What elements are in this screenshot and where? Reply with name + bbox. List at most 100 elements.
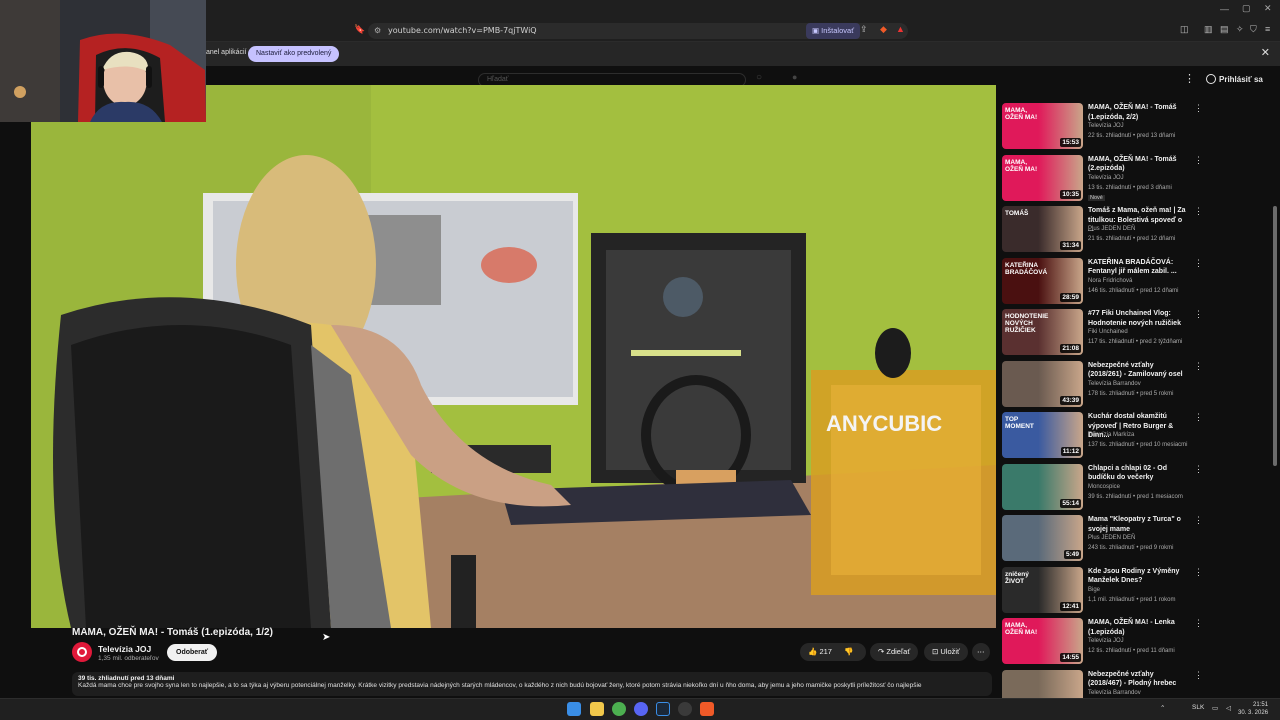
menu-icon[interactable]: ≡ [1265,24,1270,34]
site-info-icon[interactable]: ⚙ [374,23,381,39]
share-button[interactable]: ↷ Zdieľať [870,643,919,661]
recommendation-title[interactable]: MAMA, OŽEŇ MA! - Lenka (1.epizóda) [1088,618,1188,637]
recommendation-item[interactable]: HODNOTENIE NOVÝCH RUŽIČIEK 21:08 #77 Fiki … [1002,309,1207,357]
close-icon[interactable]: ✕ [1264,3,1272,14]
recommendation-menu-icon[interactable]: ⋮ [1194,515,1203,526]
recommendation-thumbnail[interactable]: 55:14 [1002,463,1083,510]
recommendation-item[interactable]: zničený ŽIVOT 12:41 Kde Jsou Rodiny z Výmě… [1002,566,1207,615]
minimize-icon[interactable]: — [1220,4,1229,14]
recommendation-menu-icon[interactable]: ⋮ [1194,464,1203,475]
recommendation-channel[interactable]: Plus JEDEN DEŇ [1088,535,1135,541]
ai-icon[interactable]: ✧ [1236,24,1244,35]
install-app-button[interactable]: ▣ Inštalovať [806,23,861,39]
recommendation-item[interactable]: KATEŘINA BRADÁČOVÁ 28:59 KATEŘINA BRADÁČOV… [1002,257,1207,306]
wallet-icon[interactable]: ▤ [1220,24,1229,35]
more-actions-button[interactable]: ⋯ [972,643,990,661]
recommendation-channel[interactable]: Moncospice [1088,484,1120,490]
infobar-close-icon[interactable]: ✕ [1261,46,1270,59]
share-icon[interactable]: ⇪ [860,24,868,35]
recommendation-title[interactable]: Mama "Kleopatry z Turca" o svojej mame [1088,515,1188,534]
clock[interactable]: 21:51 30. 3. 2026 [1238,701,1268,717]
set-default-button[interactable]: Nastaviť ako predvolený [248,46,340,62]
recommendation-menu-icon[interactable]: ⋮ [1194,103,1203,114]
recommendation-thumbnail[interactable]: MAMA, OŽEŇ MA! 14:55 [1002,618,1083,664]
brave-icon[interactable] [700,702,714,716]
shield-icon[interactable]: ◆ [880,24,887,35]
recommendation-item[interactable]: 5:49 Mama "Kleopatry z Turca" o svojej ma… [1002,515,1207,563]
language-indicator[interactable]: SLK [1192,704,1204,711]
recommendation-thumbnail[interactable]: TOMÁŠ 31:34 [1002,206,1083,252]
recommendation-menu-icon[interactable]: ⋮ [1194,412,1203,423]
recommendation-channel[interactable]: Fiki Unchained [1088,329,1128,335]
subscribe-button[interactable]: Odoberať [167,644,218,661]
recommendation-item[interactable]: TOMÁŠ 31:34 Tomáš z Mama, ožeň ma! | Za ti… [1002,206,1207,254]
recommendation-thumbnail[interactable]: 43:39 [1002,360,1083,407]
channel-avatar[interactable] [72,642,92,662]
recommendation-menu-icon[interactable]: ⋮ [1194,258,1203,269]
split-view-icon[interactable]: ▥ [1204,24,1213,35]
recommendation-channel[interactable]: Televízia JOJ [1088,123,1124,129]
maximize-icon[interactable]: ▢ [1242,3,1251,14]
recommendation-title[interactable]: Nebezpečné vzťahy (2018/261) - Zamilovan… [1088,361,1188,380]
recommendation-menu-icon[interactable]: ⋮ [1194,361,1203,372]
recommendation-menu-icon[interactable]: ⋮ [1194,567,1203,578]
volume-icon[interactable]: ◁ [1226,704,1231,712]
recommendation-thumbnail[interactable]: HODNOTENIE NOVÝCH RUŽIČIEK 21:08 [1002,309,1083,355]
tray-chevron-icon[interactable]: ⌃ [1160,704,1165,712]
recommendation-thumbnail[interactable]: MAMA, OŽEŇ MA! 15:53 [1002,103,1083,149]
recommendation-thumbnail[interactable]: zničený ŽIVOT 12:41 [1002,566,1083,613]
vpn-icon[interactable]: ⛉ [1250,24,1257,35]
recommendation-item[interactable]: MAMA, OŽEŇ MA! 15:53 MAMA, OŽEŇ MA! - Tomá… [1002,103,1207,151]
recommendation-item[interactable]: TOP MOMENT 11:12 Kuchár dostal okamžitú vý… [1002,412,1207,460]
chrome-icon[interactable] [612,702,626,716]
recommendation-title[interactable]: KATEŘINA BRADÁČOVÁ: Fentanyl jiř málem z… [1088,258,1188,277]
recommendation-menu-icon[interactable]: ⋮ [1194,155,1203,166]
file-explorer-icon[interactable] [590,702,604,716]
save-button[interactable]: ⊡ Uložiť [924,643,968,661]
recommendation-title[interactable]: #77 Fiki Unchained Vlog: Hodnotenie nový… [1088,309,1188,328]
discord-icon[interactable] [634,702,648,716]
channel-name[interactable]: Televízia JOJ [98,644,151,654]
recommendation-item[interactable]: MAMA, OŽEŇ MA! 10:35 MAMA, OŽEŇ MA! - Tomá… [1002,154,1207,203]
recommendation-thumbnail[interactable]: MAMA, OŽEŇ MA! 10:35 [1002,154,1083,201]
recommendation-title[interactable]: MAMA, OŽEŇ MA! - Tomáš (1.epizóda, 2/2) [1088,103,1188,122]
obs-icon[interactable] [678,702,692,716]
recommendation-title[interactable]: MAMA, OŽEŇ MA! - Tomáš (2.epizóda) [1088,155,1188,174]
recommendation-channel[interactable]: Televízia Barrandov [1088,690,1141,696]
search-icon[interactable]: ○ [756,72,762,83]
steam-icon[interactable] [656,702,670,716]
dislike-icon[interactable]: 👎 [844,647,853,656]
recommendation-menu-icon[interactable]: ⋮ [1194,206,1203,217]
recommendation-item[interactable]: 43:39 Nebezpečné vzťahy (2018/261) - Zami… [1002,360,1207,409]
recommendation-channel[interactable]: Televízia JOJ [1088,638,1124,644]
recommendation-channel[interactable]: Nora Fridrichová [1088,278,1132,284]
video-player[interactable]: ANYCUBIC [31,85,996,628]
recommendation-thumbnail[interactable]: TOP MOMENT 11:12 [1002,412,1083,458]
recommendation-menu-icon[interactable]: ⋮ [1194,309,1203,320]
recommendation-title[interactable]: Nebezpečné vzťahy (2018/467) - Plodný hr… [1088,670,1188,689]
mic-icon[interactable]: ● [792,72,797,82]
recommendation-thumbnail[interactable]: KATEŘINA BRADÁČOVÁ 28:59 [1002,257,1083,304]
recommendation-menu-icon[interactable]: ⋮ [1194,670,1203,681]
recommendation-item[interactable]: 55:14 Chlapci a chlapi 02 - Od budíčku do… [1002,463,1207,512]
recommendation-channel[interactable]: Televízia Barrandov [1088,381,1141,387]
start-icon[interactable] [567,702,581,716]
settings-menu-icon[interactable]: ⋮ [1184,72,1195,85]
rewards-icon[interactable]: ▲ [896,24,905,34]
sidebar-toggle-icon[interactable]: ◫ [1180,24,1189,35]
recommendation-channel[interactable]: Televízia Markíza [1088,432,1134,438]
recommendation-channel[interactable]: Plus JEDEN DEŇ [1088,226,1135,232]
recommendation-title[interactable]: Kde Jsou Rodiny z Výměny Manželek Dnes? [1088,567,1188,586]
recommendation-item[interactable]: MAMA, OŽEŇ MA! 14:55 MAMA, OŽEŇ MA! - Lenk… [1002,618,1207,666]
network-icon[interactable]: ▭ [1212,704,1218,712]
recommendation-menu-icon[interactable]: ⋮ [1194,618,1203,629]
recommendation-thumbnail[interactable]: 5:49 [1002,515,1083,561]
signin-button[interactable]: Prihlásiť sa [1206,74,1263,84]
bookmark-icon[interactable]: 🔖 [354,24,365,35]
like-button[interactable]: 👍 217 👎 [800,643,866,661]
recommendation-channel[interactable]: Televízia JOJ [1088,175,1124,181]
recommendation-title[interactable]: Chlapci a chlapi 02 - Od budíčku do veče… [1088,464,1188,483]
sidebar-scrollbar[interactable] [1273,206,1277,466]
recommendation-channel[interactable]: Bige [1088,587,1100,593]
description-box[interactable]: 39 tis. zhliadnutí pred 13 dňami Každá m… [72,672,992,696]
